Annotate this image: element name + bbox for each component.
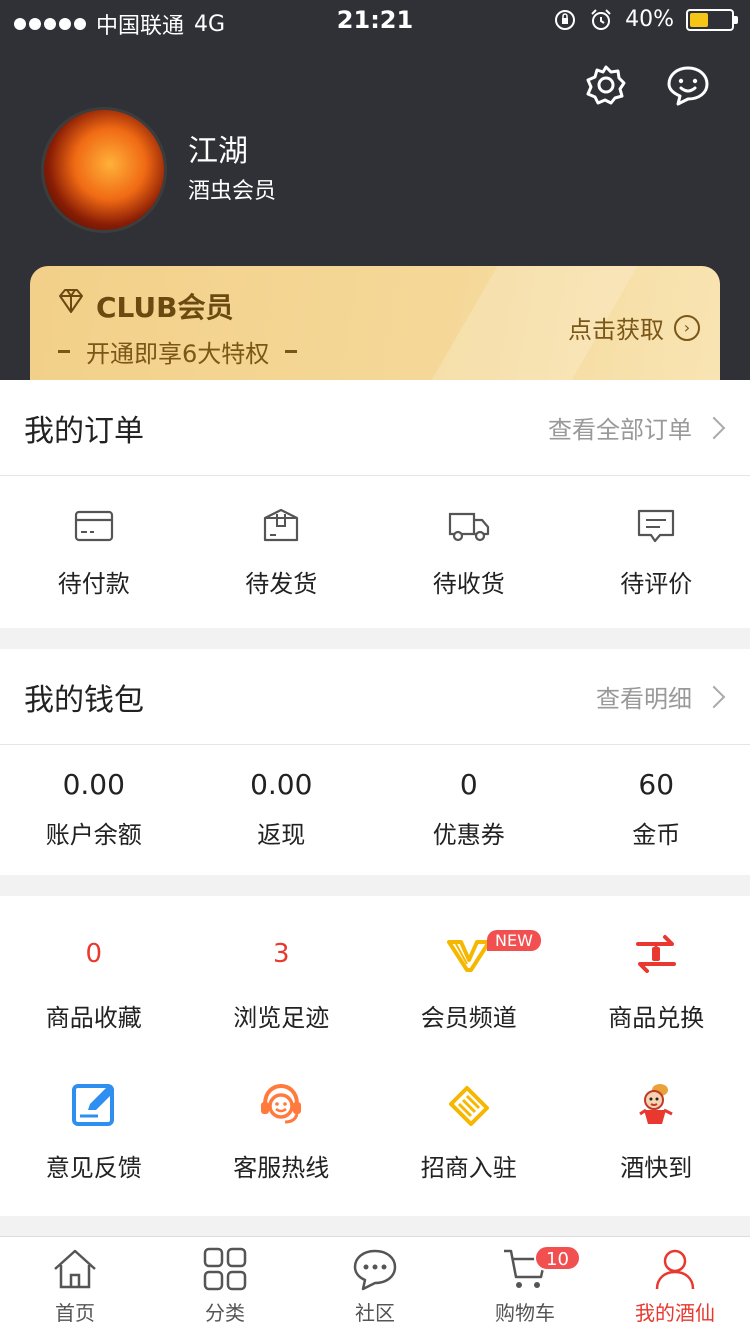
order-pending-shipment[interactable]: 待发货	[188, 476, 376, 626]
profile-header: 中国联通 4G 21:21 40% 江湖 酒虫会员 CLUB会员 开通即享6大特…	[0, 0, 750, 380]
wallet-label: 返现	[257, 821, 306, 849]
order-label: 待发货	[245, 569, 318, 598]
view-wallet-details-label: 查看明细	[596, 685, 692, 713]
tool-label: 浏览足迹	[233, 1003, 330, 1032]
tab-label: 首页	[55, 1301, 95, 1325]
exchange-item[interactable]: 商品兑换	[563, 906, 750, 1056]
favorites-count: 0	[85, 938, 103, 969]
tab-label: 社区	[355, 1301, 395, 1325]
tab-cart[interactable]: 10 购物车	[450, 1237, 600, 1334]
history-item[interactable]: 3 浏览足迹	[188, 906, 376, 1056]
avatar[interactable]	[41, 107, 167, 233]
wallet-balance[interactable]: 0.00 账户余额	[0, 745, 188, 873]
chevron-right-icon	[702, 416, 726, 439]
order-pending-review[interactable]: 待评价	[563, 476, 750, 626]
wallet-coupons[interactable]: 0 优惠券	[375, 745, 563, 873]
battery-percent: 40%	[625, 7, 674, 32]
chat-icon	[353, 1249, 397, 1291]
tab-category[interactable]: 分类	[150, 1237, 300, 1334]
tool-label: 商品收藏	[45, 1003, 142, 1032]
merchant-item[interactable]: 招商入驻	[375, 1056, 563, 1206]
tool-label: 客服热线	[233, 1153, 330, 1182]
tab-bar: 首页 分类 社区 10 购物车 我的酒仙	[0, 1236, 750, 1334]
chevron-right-circle-icon: ›	[674, 314, 700, 341]
tool-label: 会员频道	[420, 1003, 517, 1032]
grid-icon	[203, 1247, 247, 1291]
wallet-label: 金币	[632, 821, 681, 849]
club-subtitle: 开通即享6大特权	[58, 334, 298, 369]
order-pending-receipt[interactable]: 待收货	[375, 476, 563, 626]
view-wallet-details-link[interactable]: 查看明细	[596, 679, 726, 714]
wallet-label: 优惠券	[432, 821, 505, 849]
feedback-item[interactable]: 意见反馈	[0, 1056, 188, 1206]
vip-channel-item[interactable]: NEW 会员频道	[375, 906, 563, 1056]
handshake-icon	[445, 1080, 493, 1128]
service-icon	[257, 1080, 305, 1128]
wallet-value: 0.00	[250, 768, 313, 801]
user-icon	[655, 1249, 695, 1290]
alarm-icon	[591, 8, 611, 30]
tab-label: 我的酒仙	[635, 1301, 715, 1325]
wallet-section: 我的钱包 查看明细 0.00 账户余额 0.00 返现 0 优惠券 60 金币	[0, 649, 750, 875]
tools-section: 0 商品收藏 3 浏览足迹 NEW 会员频道 商品兑换 意见反馈 客服热线 招商…	[0, 896, 750, 1216]
diamond-icon	[59, 289, 83, 313]
settings-icon[interactable]	[584, 63, 628, 107]
club-subtitle-text: 开通即享6大特权	[86, 340, 270, 368]
vip-icon	[445, 930, 493, 978]
rotation-lock-icon	[555, 9, 576, 30]
status-bar: 中国联通 4G 21:21 40%	[0, 0, 750, 40]
user-name: 江湖	[188, 134, 248, 169]
package-icon	[264, 508, 299, 541]
favorites-item[interactable]: 0 商品收藏	[0, 906, 188, 1056]
order-label: 待付款	[57, 569, 130, 598]
wallet-coins[interactable]: 60 金币	[563, 745, 750, 873]
order-label: 待收货	[432, 569, 505, 598]
order-pending-payment[interactable]: 待付款	[0, 476, 188, 626]
quick-delivery-item[interactable]: 酒快到	[563, 1056, 750, 1206]
orders-header[interactable]: 我的订单 查看全部订单	[0, 380, 750, 476]
user-level: 酒虫会员	[188, 179, 277, 204]
club-banner[interactable]: CLUB会员 开通即享6大特权 点击获取 ›	[30, 266, 720, 380]
message-icon[interactable]	[666, 63, 710, 107]
exchange-icon	[632, 930, 680, 978]
tool-label: 意见反馈	[45, 1153, 142, 1182]
tab-home[interactable]: 首页	[0, 1237, 150, 1334]
feedback-icon	[70, 1080, 118, 1128]
club-title: CLUB会员	[96, 291, 234, 324]
comment-icon	[638, 509, 675, 542]
wallet-cashback[interactable]: 0.00 返现	[188, 745, 376, 873]
service-hotline-item[interactable]: 客服热线	[188, 1056, 376, 1206]
tool-label: 商品兑换	[608, 1003, 705, 1032]
club-cta-button[interactable]: 点击获取 ›	[568, 310, 700, 345]
wallet-value: 0	[459, 768, 478, 801]
club-cta-label: 点击获取	[568, 316, 664, 344]
mascot-icon	[632, 1080, 680, 1128]
card-icon	[74, 510, 113, 541]
tool-label: 酒快到	[620, 1153, 693, 1182]
tab-label: 分类	[205, 1301, 245, 1325]
truck-icon	[448, 512, 489, 541]
home-icon	[54, 1249, 96, 1289]
orders-title: 我的订单	[24, 413, 144, 449]
wallet-label: 账户余额	[45, 821, 142, 849]
tool-label: 招商入驻	[420, 1153, 517, 1182]
new-badge: NEW	[487, 930, 541, 951]
chevron-right-icon	[702, 685, 726, 708]
history-count: 3	[272, 938, 290, 969]
tab-label: 购物车	[495, 1301, 555, 1325]
view-all-orders-link[interactable]: 查看全部订单	[548, 410, 726, 445]
order-label: 待评价	[620, 569, 693, 598]
tab-my-profile[interactable]: 我的酒仙	[600, 1237, 750, 1334]
cart-badge: 10	[534, 1245, 581, 1271]
tab-community[interactable]: 社区	[300, 1237, 450, 1334]
orders-section: 我的订单 查看全部订单 待付款 待发货 待收货 待评价	[0, 380, 750, 628]
wallet-value: 60	[638, 768, 675, 801]
wallet-title: 我的钱包	[24, 682, 144, 718]
view-all-orders-label: 查看全部订单	[548, 416, 692, 444]
battery-icon	[686, 8, 738, 31]
wallet-value: 0.00	[62, 768, 125, 801]
wallet-header[interactable]: 我的钱包 查看明细	[0, 649, 750, 745]
